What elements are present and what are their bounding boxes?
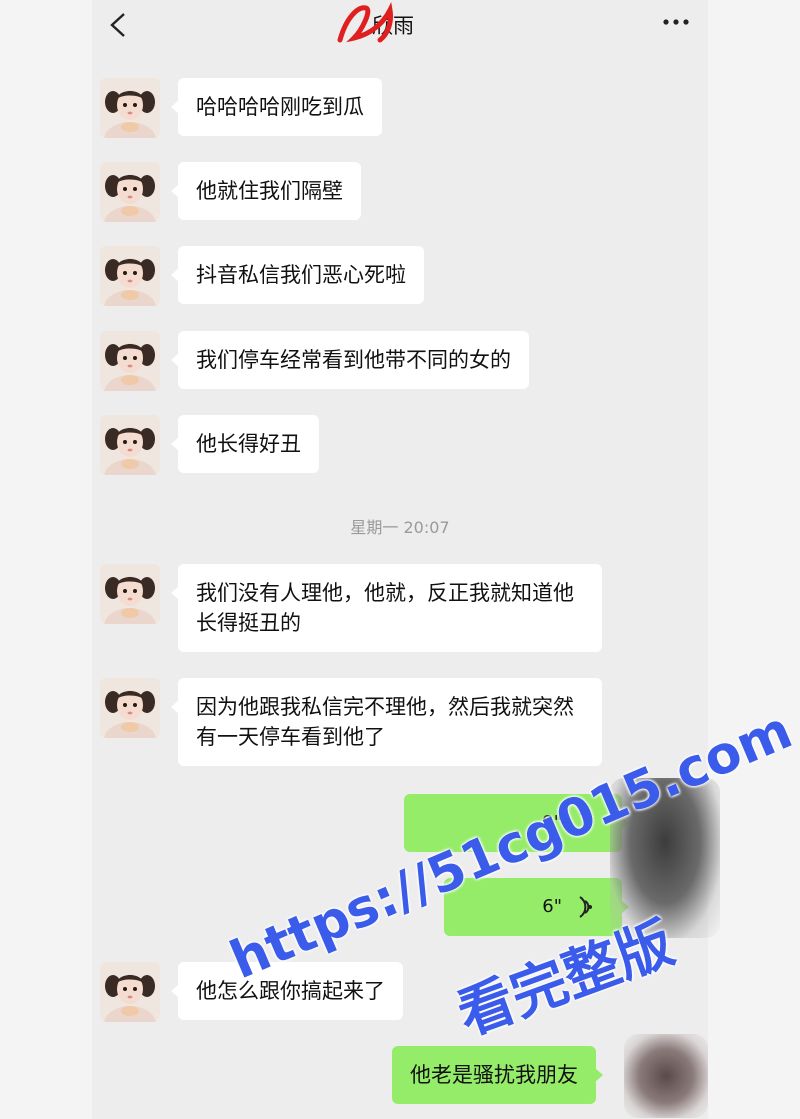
voice-wave-icon bbox=[579, 896, 592, 918]
contact-avatar[interactable] bbox=[100, 962, 160, 1022]
contact-avatar[interactable] bbox=[100, 162, 160, 222]
message-bubble: 哈哈哈哈刚吃到瓜 bbox=[171, 78, 382, 136]
chat-timestamp: 星期一 20:07 bbox=[350, 518, 450, 537]
message-bubble: 抖音私信我们恶心死啦 bbox=[171, 246, 424, 304]
contact-avatar[interactable] bbox=[100, 78, 160, 138]
contact-avatar[interactable] bbox=[100, 246, 160, 306]
message-bubble: 我们停车经常看到他带不同的女的 bbox=[171, 331, 529, 389]
contact-avatar[interactable] bbox=[100, 415, 160, 475]
back-arrow-icon[interactable] bbox=[102, 8, 132, 42]
right-edge bbox=[708, 0, 800, 1119]
contact-avatar[interactable] bbox=[100, 331, 160, 391]
message-bubble: 我们没有人理他，他就，反正我就知道他长得挺丑的 bbox=[171, 564, 602, 652]
contact-avatar[interactable] bbox=[100, 678, 160, 738]
message-bubble: 他就住我们隔壁 bbox=[171, 162, 361, 220]
red-scribble bbox=[337, 2, 393, 43]
more-dots-icon[interactable] bbox=[660, 10, 692, 34]
voice-duration: 6" bbox=[542, 896, 562, 917]
left-edge bbox=[0, 0, 92, 1119]
blurred-self-avatar bbox=[624, 1034, 708, 1118]
message-bubble: 因为他跟我私信完不理他，然后我就突然有一天停车看到他了 bbox=[171, 678, 602, 766]
message-bubble: 他老是骚扰我朋友 bbox=[392, 1046, 603, 1104]
chat-header: 欣雨 bbox=[92, 0, 708, 52]
contact-avatar[interactable] bbox=[100, 564, 160, 624]
message-bubble: 他长得好丑 bbox=[171, 415, 319, 473]
